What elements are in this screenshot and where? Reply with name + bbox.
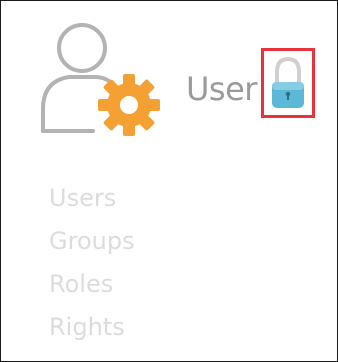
lock-icon	[272, 56, 304, 108]
lock-button[interactable]	[261, 48, 315, 118]
user-gear-icon	[39, 19, 179, 149]
nav-item-rights[interactable]: Rights	[49, 306, 135, 349]
page-title: User	[186, 70, 257, 108]
nav-list: Users Groups Roles Rights	[49, 177, 135, 349]
nav-item-users[interactable]: Users	[49, 177, 135, 220]
nav-item-groups[interactable]: Groups	[49, 220, 135, 263]
panel-frame: User Users Groups Roles Rights	[0, 0, 338, 362]
nav-item-roles[interactable]: Roles	[49, 263, 135, 306]
